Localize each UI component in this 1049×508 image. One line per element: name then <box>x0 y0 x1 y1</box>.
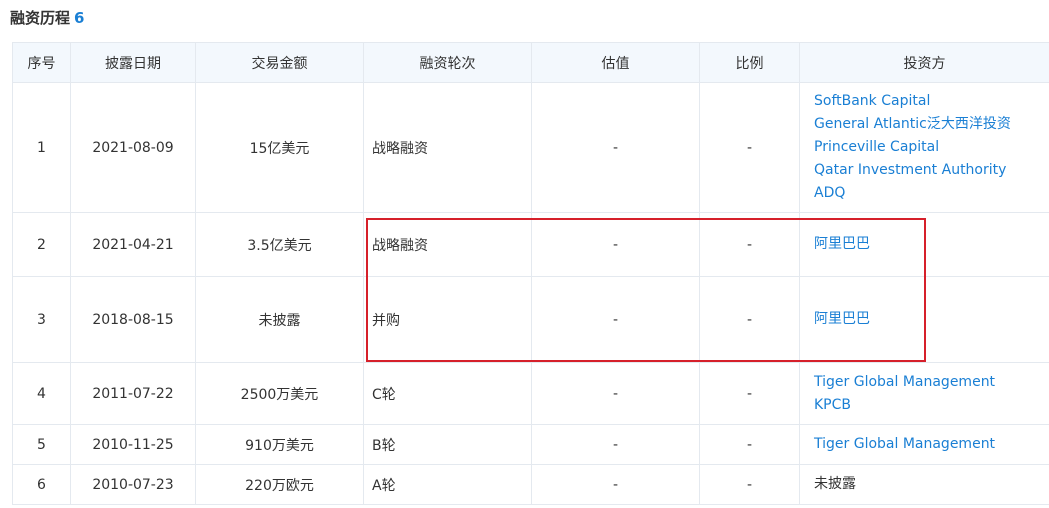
header-no: 序号 <box>12 42 71 83</box>
table-row: 5 2010-11-25 910万美元 B轮 - - Tiger Global Manage… <box>12 424 1049 465</box>
cell-date: 2010-11-25 <box>70 424 196 465</box>
table-row: 6 2010-07-23 220万欧元 A轮 - - 未披露 <box>12 464 1049 505</box>
cell-amount: 3.5亿美元 <box>195 212 364 277</box>
record-count-badge: 6 <box>74 9 85 27</box>
header-date: 披露日期 <box>70 42 196 83</box>
cell-amount: 910万美元 <box>195 424 364 465</box>
cell-round: 战略融资 <box>363 82 532 213</box>
investor-link[interactable]: KPCB <box>814 394 1037 417</box>
table-row: 1 2021-08-09 15亿美元 战略融资 - - SoftBank Capital Ge… <box>12 82 1049 213</box>
cell-investors: Tiger Global Management KPCB <box>799 362 1049 425</box>
cell-valuation: - <box>531 362 700 425</box>
investor-link[interactable]: General Atlantic泛大西洋投资 <box>814 113 1037 136</box>
header-investors: 投资方 <box>799 42 1049 83</box>
cell-amount: 未披露 <box>195 276 364 363</box>
cell-investors: Tiger Global Management <box>799 424 1049 465</box>
cell-ratio: - <box>699 276 800 363</box>
investor-text: 未披露 <box>814 476 856 492</box>
investor-link[interactable]: Tiger Global Management <box>814 371 1037 394</box>
cell-date: 2021-04-21 <box>70 212 196 277</box>
cell-investors: 阿里巴巴 <box>799 212 1049 277</box>
section-title: 融资历程 6 <box>10 8 84 28</box>
cell-amount: 220万欧元 <box>195 464 364 505</box>
cell-round: 战略融资 <box>363 212 532 277</box>
cell-ratio: - <box>699 362 800 425</box>
cell-round: 并购 <box>363 276 532 363</box>
cell-valuation: - <box>531 464 700 505</box>
cell-valuation: - <box>531 424 700 465</box>
cell-ratio: - <box>699 424 800 465</box>
cell-round: C轮 <box>363 362 532 425</box>
cell-date: 2018-08-15 <box>70 276 196 363</box>
cell-no: 1 <box>12 82 71 213</box>
table-header-row: 序号 披露日期 交易金额 融资轮次 估值 比例 投资方 <box>12 42 1049 83</box>
cell-date: 2021-08-09 <box>70 82 196 213</box>
header-ratio: 比例 <box>699 42 800 83</box>
cell-ratio: - <box>699 82 800 213</box>
cell-date: 2010-07-23 <box>70 464 196 505</box>
cell-ratio: - <box>699 464 800 505</box>
cell-valuation: - <box>531 276 700 363</box>
table-row: 4 2011-07-22 2500万美元 C轮 - - Tiger Global Manag… <box>12 362 1049 425</box>
cell-date: 2011-07-22 <box>70 362 196 425</box>
cell-valuation: - <box>531 212 700 277</box>
header-round: 融资轮次 <box>363 42 532 83</box>
investor-link[interactable]: ADQ <box>814 182 1037 205</box>
table-row: 2 2021-04-21 3.5亿美元 战略融资 - - 阿里巴巴 <box>12 212 1049 277</box>
cell-no: 4 <box>12 362 71 425</box>
section-title-text: 融资历程 <box>10 9 71 27</box>
cell-no: 6 <box>12 464 71 505</box>
cell-amount: 2500万美元 <box>195 362 364 425</box>
investor-link[interactable]: Qatar Investment Authority <box>814 159 1037 182</box>
cell-no: 3 <box>12 276 71 363</box>
header-amount: 交易金额 <box>195 42 364 83</box>
financing-history-table: 序号 披露日期 交易金额 融资轮次 估值 比例 投资方 1 2021-08-09 1… <box>12 42 1049 505</box>
cell-round: A轮 <box>363 464 532 505</box>
cell-ratio: - <box>699 212 800 277</box>
cell-no: 2 <box>12 212 71 277</box>
cell-investors: 阿里巴巴 <box>799 276 1049 363</box>
cell-no: 5 <box>12 424 71 465</box>
cell-investors: SoftBank Capital General Atlantic泛大西洋投资 Pr… <box>799 82 1049 213</box>
cell-amount: 15亿美元 <box>195 82 364 213</box>
cell-valuation: - <box>531 82 700 213</box>
table-row: 3 2018-08-15 未披露 并购 - - 阿里巴巴 <box>12 276 1049 363</box>
header-valuation: 估值 <box>531 42 700 83</box>
investor-link[interactable]: 阿里巴巴 <box>814 308 1037 331</box>
cell-investors: 未披露 <box>799 464 1049 505</box>
investor-link[interactable]: 阿里巴巴 <box>814 233 1037 256</box>
cell-round: B轮 <box>363 424 532 465</box>
investor-link[interactable]: Tiger Global Management <box>814 433 1037 456</box>
investor-link[interactable]: Princeville Capital <box>814 136 1037 159</box>
investor-link[interactable]: SoftBank Capital <box>814 90 1037 113</box>
